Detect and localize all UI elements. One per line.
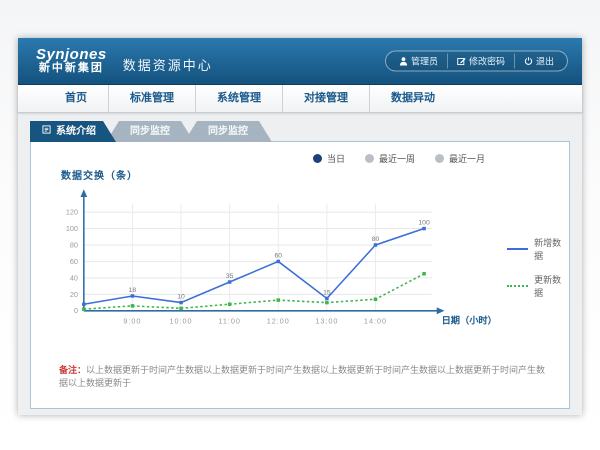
svg-text:日期（小时）: 日期（小时） [442,314,497,325]
tab-0[interactable]: 系统介绍 [30,121,116,142]
legend-item-1: 更新数据 [507,273,569,299]
chart-legend: 新增数据更新数据 [507,184,569,299]
content-panel: 当日 最近一周 最近一月 数据交换（条） 0 20 40 60 80 100 120 9:00 10… [30,141,570,409]
svg-text:0: 0 [74,306,78,315]
legend-sample-icon [507,285,528,287]
user-menu-edit[interactable]: 修改密码 [447,54,514,69]
tab-2[interactable]: 同步监控 [184,121,272,142]
radio-icon [313,154,322,163]
user-menu-label: 修改密码 [469,55,505,68]
nav-item-0[interactable]: 首页 [44,85,108,112]
footnote-prefix: 备注： [59,365,86,375]
svg-text:12:00: 12:00 [267,316,290,325]
svg-text:13:00: 13:00 [315,316,338,325]
svg-text:20: 20 [70,290,78,299]
content-area: 系统介绍 同步监控 同步监控 当日 最近一周 最近一月 数据交换（条） 0 20 40 60 8… [18,113,582,415]
svg-text:40: 40 [70,273,78,282]
svg-text:11:00: 11:00 [218,316,241,325]
power-icon [524,57,533,66]
main-nav: 首页标准管理系统管理对接管理数据异动 [18,85,582,113]
page-title: 数据资源中心 [123,49,213,74]
nav-item-3[interactable]: 对接管理 [282,85,369,112]
form-icon [42,121,51,142]
svg-text:80: 80 [372,236,380,243]
tab-label: 同步监控 [130,121,170,142]
user-menu-power[interactable]: 退出 [514,54,563,69]
user-menu: 管理员 修改密码 退出 [385,51,568,72]
app-header: Synjones 新中新集团 数据资源中心 管理员 修改密码 退出 [18,38,582,85]
user-icon [399,57,408,66]
radio-option-0[interactable]: 当日 [313,152,345,165]
tab-1[interactable]: 同步监控 [106,121,194,142]
y-axis-title: 数据交换（条） [61,167,569,182]
svg-text:100: 100 [418,220,430,227]
page-card: Synjones 新中新集团 数据资源中心 管理员修改密码退出 首页标准管理系统… [18,38,582,415]
line-chart: 0 20 40 60 80 100 120 9:00 10:00 11:00 12:00 13:00 1… [43,184,505,354]
footnote-text: 以上数据更新于时间产生数据以上数据更新于时间产生数据以上数据更新于时间产生数据以… [59,365,545,388]
tab-bar: 系统介绍 同步监控 同步监控 [30,121,570,142]
svg-text:120: 120 [66,208,78,217]
logo-text-en: Synjones [36,47,107,63]
user-menu-label: 退出 [536,55,554,68]
svg-text:80: 80 [70,240,78,249]
radio-label: 当日 [327,152,345,165]
range-filter: 当日 最近一周 最近一月 [31,152,485,165]
logo: Synjones 新中新集团 [36,47,107,74]
svg-text:100: 100 [66,224,78,233]
svg-text:10:00: 10:00 [169,316,192,325]
nav-item-1[interactable]: 标准管理 [108,85,195,112]
legend-item-0: 新增数据 [507,236,569,262]
user-menu-label: 管理员 [411,55,438,68]
tab-label: 同步监控 [208,121,248,142]
nav-item-4[interactable]: 数据异动 [369,85,456,112]
user-menu-user[interactable]: 管理员 [390,54,447,69]
svg-text:18: 18 [129,287,137,294]
logo-text-cn: 新中新集团 [36,63,107,75]
radio-icon [365,154,374,163]
svg-text:35: 35 [226,273,234,280]
radio-option-2[interactable]: 最近一月 [435,152,485,165]
nav-item-2[interactable]: 系统管理 [195,85,282,112]
radio-icon [435,154,444,163]
svg-text:14:00: 14:00 [364,316,387,325]
edit-icon [457,57,466,66]
tab-label: 系统介绍 [56,121,96,142]
legend-label: 新增数据 [534,236,569,262]
legend-label: 更新数据 [534,273,569,299]
svg-text:10: 10 [177,294,185,301]
footnote: 备注：以上数据更新于时间产生数据以上数据更新于时间产生数据以上数据更新于时间产生… [59,364,551,389]
radio-label: 最近一周 [379,152,415,165]
svg-text:15: 15 [323,290,331,297]
radio-option-1[interactable]: 最近一周 [365,152,415,165]
svg-text:60: 60 [274,253,282,260]
svg-text:60: 60 [70,257,78,266]
radio-label: 最近一月 [449,152,485,165]
legend-sample-icon [507,248,528,250]
svg-text:9:00: 9:00 [123,316,141,325]
chart-row: 0 20 40 60 80 100 120 9:00 10:00 11:00 12:00 13:00 1… [43,184,569,354]
